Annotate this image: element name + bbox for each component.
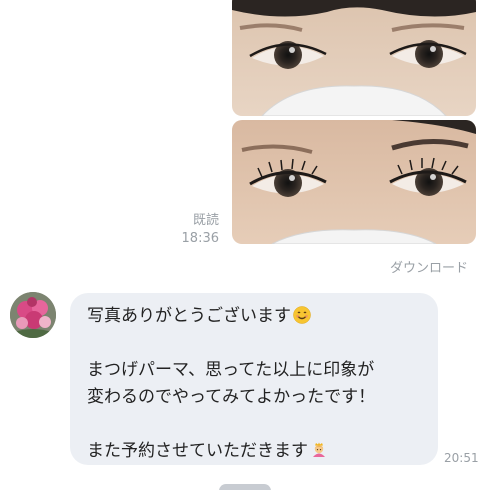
incoming-message-bubble[interactable]: 写真ありがとうございます まつげパーマ、思ってた以上に印象が 変わるのでやってみ… [70,293,438,465]
person-bowing-icon [313,442,325,457]
message-line: 変わるのでやってみてよかったです！ [87,387,376,407]
eye-closeup-photo-icon [232,120,476,244]
read-label: 既読 [192,213,219,228]
download-link[interactable]: ダウンロード [390,257,468,276]
read-receipt: 既読 18:36 [159,212,219,248]
eye-closeup-photo-icon [232,0,476,116]
flower-bouquet-avatar-icon [10,292,56,338]
contact-avatar[interactable] [10,292,56,338]
sent-photo-group [232,0,476,245]
smiling-face-icon [293,306,311,324]
chat-screen: 既読 18:36 ダウンロード 写真ありがとうございます まつげパーマ、思ってた… [0,0,490,490]
scroll-indicator[interactable] [219,484,271,490]
message-line: 写真ありがとうございます [87,303,424,330]
message-timestamp: 20:51 [444,451,479,465]
message-text: また予約させていただきます [87,441,308,461]
message-line: まつげパーマ、思ってた以上に印象が [87,360,375,380]
sent-photo-before[interactable] [232,0,476,116]
message-line: また予約させていただきます [87,438,424,465]
message-text: 写真ありがとうございます [87,306,291,326]
sent-photo-after[interactable] [232,120,476,244]
read-time: 18:36 [181,231,219,246]
